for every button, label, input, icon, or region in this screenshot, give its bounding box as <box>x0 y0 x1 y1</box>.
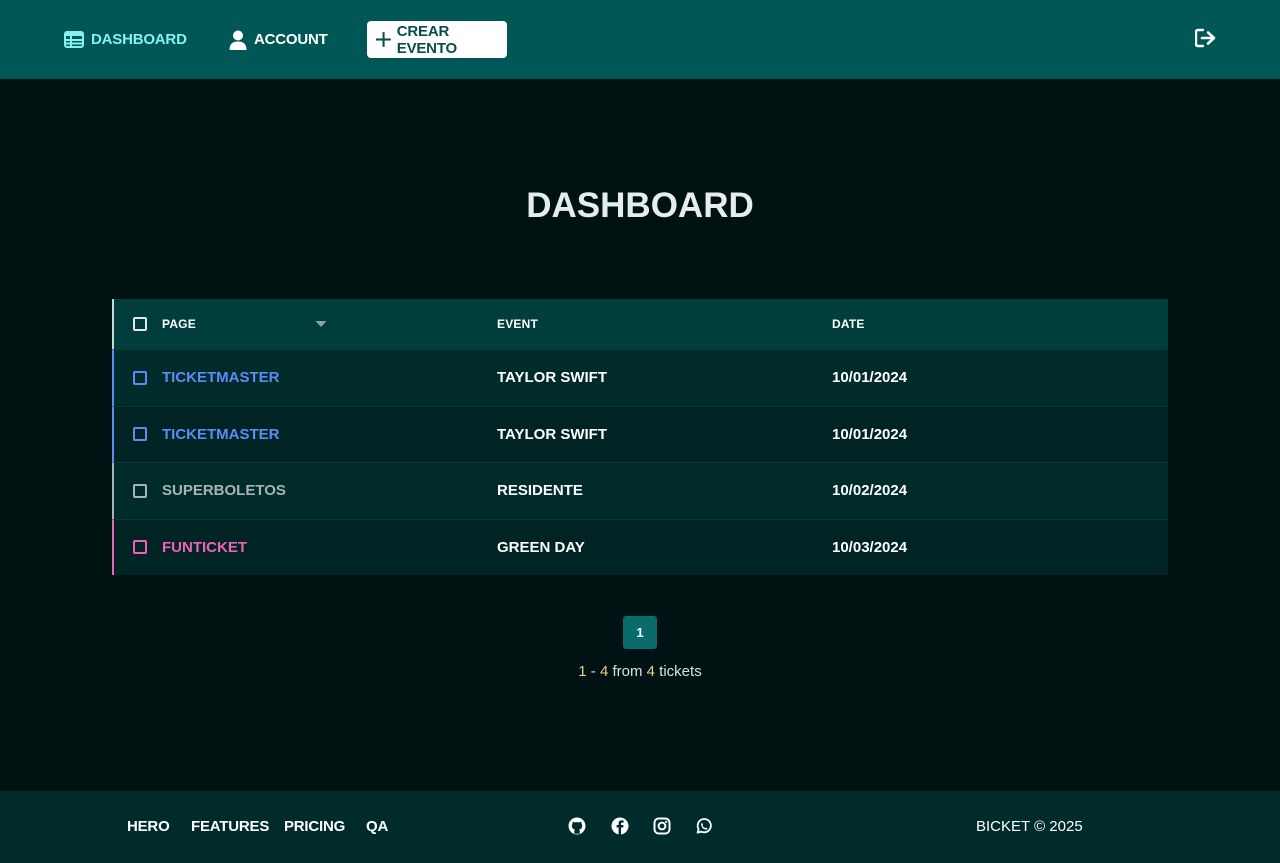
total-count: 4 <box>646 663 656 680</box>
row-select-cell <box>114 483 162 498</box>
row-select-cell <box>114 540 162 555</box>
nav-account-label: ACCOUNT <box>254 31 328 48</box>
ticket-page-name[interactable]: TICKETMASTER <box>162 369 497 386</box>
column-header-event[interactable]: EVENT <box>497 317 832 331</box>
pagination-summary: 1 - 4 from 4 tickets <box>0 663 1280 680</box>
column-header-date[interactable]: DATE <box>832 317 1168 331</box>
table-row[interactable]: TICKETMASTER TAYLOR SWIFT 10/01/2024 <box>112 349 1168 406</box>
copyright-text: BICKET © 2025 <box>976 818 1083 835</box>
table-row[interactable]: FUNTICKET GREEN DAY 10/03/2024 <box>112 518 1168 575</box>
ticket-date: 10/03/2024 <box>832 538 908 556</box>
select-all-cell <box>114 317 162 331</box>
select-all-checkbox[interactable] <box>133 317 147 331</box>
ticket-date: 10/01/2024 <box>832 369 908 387</box>
page-title: DASHBOARD <box>526 186 754 225</box>
row-select-checkbox[interactable] <box>133 540 147 555</box>
sign-out-icon[interactable] <box>1194 28 1219 50</box>
create-event-button[interactable]: CREAR EVENTO <box>367 21 507 58</box>
nav-dashboard-label: DASHBOARD <box>91 31 187 48</box>
ticket-event-name: RESIDENTE <box>497 482 583 500</box>
from-word: from <box>608 663 647 680</box>
table-body: TICKETMASTER TAYLOR SWIFT 10/01/2024 TICKET… <box>112 349 1168 575</box>
row-select-cell <box>114 370 162 385</box>
pagination-page-1[interactable]: 1 <box>623 616 657 649</box>
range-start: 1 <box>578 663 587 680</box>
github-icon[interactable] <box>568 817 586 835</box>
plus-icon <box>376 32 391 47</box>
column-header-page-label: PAGE <box>162 317 196 331</box>
sort-desc-icon[interactable] <box>315 320 327 328</box>
ticket-date: 10/02/2024 <box>832 482 908 500</box>
table-row[interactable]: SUPERBOLETOS RESIDENTE 10/02/2024 <box>112 462 1168 519</box>
column-header-page[interactable]: PAGE <box>162 317 497 331</box>
whatsapp-icon[interactable] <box>695 817 713 835</box>
table-header-row: PAGE EVENT DATE <box>112 299 1168 349</box>
row-select-checkbox[interactable] <box>133 483 147 498</box>
ticket-date: 10/01/2024 <box>832 425 908 443</box>
row-select-checkbox[interactable] <box>133 427 147 442</box>
ticket-event-name: GREEN DAY <box>497 538 585 556</box>
row-select-cell <box>114 427 162 442</box>
instagram-icon[interactable] <box>653 817 671 835</box>
ticket-page-name[interactable]: TICKETMASTER <box>162 426 497 443</box>
ticket-event-name: TAYLOR SWIFT <box>497 425 607 443</box>
tickets-table: PAGE EVENT DATE TICKETMASTER TAYLOR SWIFT… <box>112 299 1168 575</box>
row-select-checkbox[interactable] <box>133 370 147 385</box>
user-icon <box>229 30 247 50</box>
top-navbar: DASHBOARD ACCOUNT CREAR EVENTO <box>0 0 1280 79</box>
ticket-page-name[interactable]: SUPERBOLETOS <box>162 482 497 499</box>
footer-link-hero[interactable]: HERO <box>127 818 170 835</box>
footer-link-features[interactable]: FEATURES <box>191 818 269 835</box>
footer-link-pricing[interactable]: PRICING <box>284 818 345 835</box>
nav-dashboard-link[interactable]: DASHBOARD <box>64 21 187 58</box>
table-list-icon <box>64 31 84 48</box>
table-row[interactable]: TICKETMASTER TAYLOR SWIFT 10/01/2024 <box>112 405 1168 462</box>
footer-link-qa[interactable]: QA <box>366 818 388 835</box>
ticket-page-name[interactable]: FUNTICKET <box>162 539 497 556</box>
ticket-event-name: TAYLOR SWIFT <box>497 369 607 387</box>
create-event-label: CREAR EVENTO <box>396 22 457 57</box>
range-separator: - <box>586 663 600 680</box>
nav-account-link[interactable]: ACCOUNT <box>229 21 328 58</box>
facebook-icon[interactable] <box>611 817 629 835</box>
unit-word: tickets <box>655 663 702 680</box>
footer: HERO FEATURES PRICING QA BICKET © 2025 <box>0 791 1280 863</box>
